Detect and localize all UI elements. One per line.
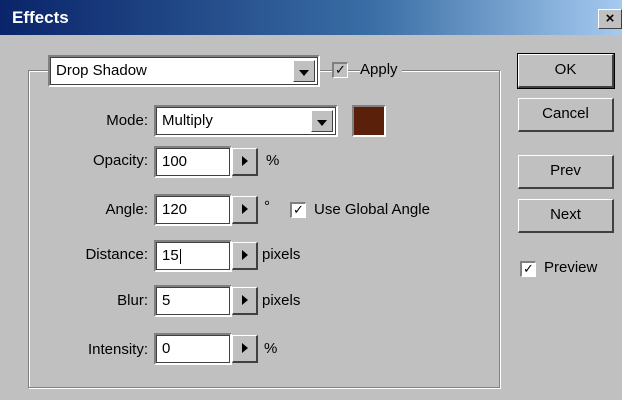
blur-unit: pixels [262,292,301,309]
distance-value: 15 [162,247,179,264]
opacity-input[interactable]: 100 [154,146,232,178]
opacity-unit: % [266,152,280,169]
opacity-value: 100 [162,153,188,170]
preview-label: Preview [544,259,598,276]
apply-checkbox[interactable] [332,62,348,78]
distance-unit: pixels [262,246,301,263]
opacity-stepper[interactable] [232,148,258,176]
text-caret [180,249,181,264]
intensity-unit: % [264,340,278,357]
angle-stepper[interactable] [232,196,258,224]
intensity-value: 0 [162,340,171,357]
mode-dropdown[interactable]: Multiply [154,105,338,137]
effects-dialog: Effects × Drop Shadow Apply Mode: Multip… [0,0,622,400]
angle-value: 120 [162,201,188,218]
angle-input[interactable]: 120 [154,194,232,226]
prev-button[interactable]: Prev [518,155,614,189]
blur-stepper[interactable] [232,287,258,315]
angle-label: Angle: [105,201,148,218]
cancel-button[interactable]: Cancel [518,98,614,132]
chevron-down-icon[interactable] [311,110,333,132]
use-global-angle-label: Use Global Angle [314,201,430,218]
opacity-label: Opacity: [92,152,148,169]
distance-stepper[interactable] [232,242,258,270]
title-bar[interactable]: Effects × [0,0,622,35]
shadow-color-swatch[interactable] [352,105,386,137]
mode-label: Mode: [106,112,148,129]
preview-checkbox[interactable] [520,261,536,277]
distance-label: Distance: [85,246,148,263]
ok-button[interactable]: OK [517,53,615,89]
blur-value: 5 [162,292,171,309]
close-icon: × [605,10,615,27]
angle-unit: ° [264,198,270,215]
blur-input[interactable]: 5 [154,285,232,317]
intensity-input[interactable]: 0 [154,333,232,365]
window-title: Effects [12,8,69,27]
chevron-down-icon[interactable] [293,60,315,82]
intensity-stepper[interactable] [232,335,258,363]
close-button[interactable]: × [598,9,622,29]
blur-label: Blur: [117,292,148,309]
distance-input[interactable]: 15 [154,240,232,272]
intensity-label: Intensity: [87,341,148,358]
use-global-angle-checkbox[interactable] [290,202,306,218]
apply-label: Apply [360,61,402,78]
effect-dropdown[interactable]: Drop Shadow [48,55,320,87]
effect-dropdown-value: Drop Shadow [56,62,147,79]
mode-dropdown-value: Multiply [162,112,213,129]
next-button[interactable]: Next [518,199,614,233]
